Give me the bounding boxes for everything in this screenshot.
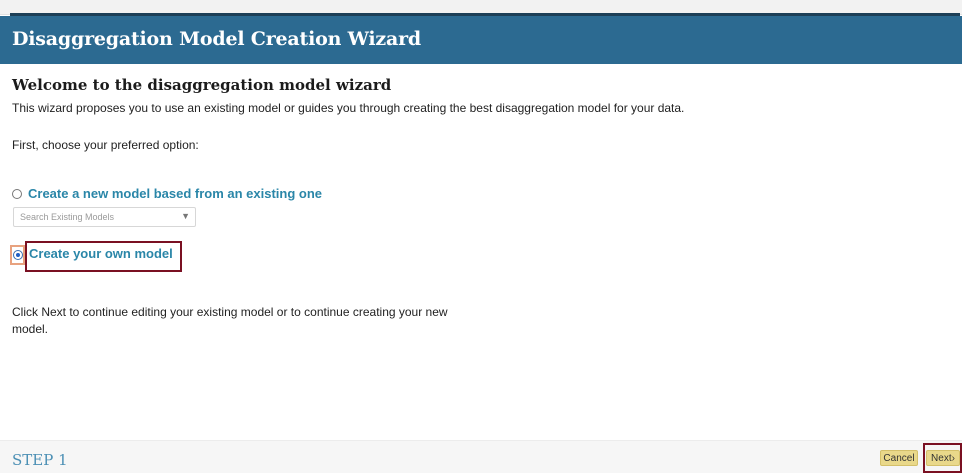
existing-model-radio[interactable]: [12, 188, 22, 199]
wizard-footer: STEP 1 Cancel Next›: [0, 440, 962, 473]
wizard-description: This wizard proposes you to use an exist…: [12, 101, 685, 115]
choose-option-prompt: First, choose your preferred option:: [12, 138, 199, 152]
welcome-heading: Welcome to the disaggregation model wiza…: [12, 76, 392, 94]
cancel-button[interactable]: Cancel: [880, 450, 918, 466]
option-existing-model[interactable]: Create a new model based from an existin…: [12, 186, 322, 201]
chevron-right-icon: ›: [951, 453, 955, 464]
top-strip: [0, 0, 962, 16]
search-existing-models-placeholder: Search Existing Models: [20, 212, 115, 222]
next-instruction-note: Click Next to continue editing your exis…: [12, 305, 448, 336]
existing-model-label[interactable]: Create a new model based from an existin…: [28, 186, 322, 201]
wizard-header: Disaggregation Model Creation Wizard: [0, 16, 962, 64]
own-model-radio-highlight: [10, 245, 25, 265]
own-model-radio[interactable]: [13, 250, 23, 260]
wizard-title: Disaggregation Model Creation Wizard: [12, 28, 422, 50]
search-existing-models-select[interactable]: Search Existing Models ▼: [13, 207, 196, 227]
next-button[interactable]: Next›: [926, 450, 960, 466]
next-button-label: Next: [931, 453, 952, 464]
chevron-down-icon: ▼: [181, 211, 190, 221]
step-indicator: STEP 1: [12, 451, 68, 469]
own-model-label[interactable]: Create your own model: [29, 246, 173, 261]
